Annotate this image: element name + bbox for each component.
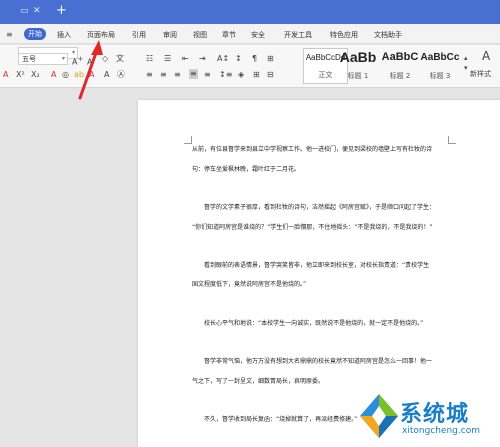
text-effect-dropdown-icon[interactable]: ◎: [62, 70, 69, 80]
ribbon-toolbar: ▾ 五号 ▾ A+ A- ◇ 文 A X² X₂ A ◎ ab A A Ⓐ ☷ ☰…: [0, 45, 500, 88]
text-effect-icon[interactable]: A: [51, 70, 56, 80]
font-size-value: 五号: [22, 55, 36, 63]
style-name: 标题 1: [347, 72, 369, 80]
clear-format-icon[interactable]: ◇: [102, 54, 108, 64]
menu-tab-doc-assistant[interactable]: 文档助手: [374, 30, 402, 40]
close-tab-icon[interactable]: ✕: [33, 6, 41, 16]
highlight-icon[interactable]: ab: [74, 70, 84, 80]
chevron-down-icon: ▾: [61, 55, 65, 62]
distribute-icon[interactable]: ≡: [204, 70, 211, 80]
doc-line-3: 督学的文学素子很厚，看到杜牧的诗句，洁然摇起《阿房宫赋》，于是顺口问起了学生：: [204, 204, 436, 211]
styles-more-icon[interactable]: ▴ ▾: [464, 53, 468, 73]
char-shading-icon[interactable]: A: [104, 70, 109, 80]
style-sample: AaBb: [339, 49, 377, 65]
doc-line-8: 督学非常气恼，他万万没有想到大名鼎鼎的校长竟然不知道阿房宫是怎么一回事！他一: [204, 358, 433, 365]
new-style-label[interactable]: 新样式: [470, 69, 491, 79]
phonetic-icon[interactable]: 文: [116, 54, 124, 64]
menu-tab-page-layout[interactable]: 页面布局: [87, 30, 115, 40]
shading-icon[interactable]: ◈: [238, 70, 244, 80]
numbering-icon[interactable]: ☰: [164, 54, 171, 64]
line-spacing-icon[interactable]: ↕≡: [219, 70, 232, 80]
doc-line-10: 不久，督学收到局长复函：“烧掉就算了，再派经费修建。”: [204, 416, 358, 423]
menu-tab-references[interactable]: 引用: [132, 30, 146, 40]
font-color-a-icon[interactable]: A: [89, 70, 94, 80]
new-tab-plus-icon[interactable]: +: [56, 4, 67, 18]
watermark: 系统城 xitongcheng.com: [356, 392, 496, 444]
style-heading-3[interactable]: AaBbCc 标题 3: [420, 48, 460, 84]
doc-line-9: 气之下，写了一封呈文，细数胃局长，哀明原委。: [192, 378, 325, 385]
doc-line-4: “你们知道阿房宫是谁烧的？”学生们一脸懵那，不住地摇头：“不是我烧的，不是我烧的…: [192, 224, 433, 231]
doc-line-5: 看到眼前的表语情景，督学哭笑皆非，他立即来到校长室，对校长指责道：“贵校学生: [204, 262, 430, 269]
style-name: 标题 3: [429, 72, 451, 80]
menu-tab-view[interactable]: 视图: [193, 30, 207, 40]
char-border-icon[interactable]: Ⓐ: [117, 70, 125, 80]
menu-tab-special-apps[interactable]: 特色应用: [330, 30, 358, 40]
watermark-logo-icon: [360, 394, 398, 438]
sort-icon[interactable]: ↕: [235, 54, 242, 64]
style-heading-2[interactable]: AaBbC 标题 2: [378, 48, 422, 84]
doc-line-6: 国文程度低下，竟然说阿房宫不是他烧的。”: [192, 281, 307, 288]
grow-font-icon[interactable]: A+: [72, 54, 83, 68]
title-bar: ▭ ✕ +: [0, 0, 500, 24]
justify-icon[interactable]: ≡: [189, 69, 198, 79]
doc-line-1: 从前，有位县督学来到县立中学视察工作。他一进校门，便见到梁校的墙壁上写有杜牧的诗: [192, 146, 433, 153]
style-name: 标题 2: [389, 72, 411, 80]
align-center-icon[interactable]: ≡: [160, 70, 167, 80]
style-sample: AaBbCc: [420, 52, 460, 63]
show-marks-icon[interactable]: ¶: [252, 54, 257, 64]
menu-tab-review[interactable]: 审阅: [163, 30, 177, 40]
font-size-select[interactable]: 五号 ▾: [18, 53, 68, 65]
doc-line-7: 校长心平气和地说：“本校学生一向诚实，既然说不是他烧的，就一定不是他烧的。”: [204, 320, 424, 327]
superscript-icon[interactable]: X²: [16, 70, 25, 80]
watermark-url: xitongcheng.com: [402, 426, 480, 436]
decrease-indent-icon[interactable]: ⇤: [182, 54, 189, 64]
screen-icon[interactable]: ▭: [20, 6, 29, 16]
menu-tab-insert[interactable]: 插入: [57, 30, 71, 40]
bullets-icon[interactable]: ☷: [146, 54, 153, 64]
new-style-icon[interactable]: A: [482, 50, 490, 62]
menu-tab-security[interactable]: 安全: [251, 30, 265, 40]
style-heading-1[interactable]: AaBb 标题 1: [336, 48, 380, 84]
style-sample: AaBbC: [381, 51, 419, 63]
table-grid-icon[interactable]: ⊟: [267, 70, 274, 80]
align-left-icon[interactable]: ≡: [146, 70, 153, 80]
doc-line-2: 句：停车坐爱枫林晚，霜叶红于二月花。: [192, 166, 301, 173]
menu-bar: ≡ 开始 插入 页面布局 引用 审阅 视图 章节 安全 开发工具 特色应用 文档…: [0, 24, 500, 44]
border-grid-icon[interactable]: ⊞: [253, 70, 260, 80]
margin-corner-tr: [448, 136, 456, 144]
borders-icon[interactable]: ⊞: [267, 54, 274, 64]
menu-tab-start[interactable]: 开始: [24, 28, 46, 40]
margin-corner-tl: [184, 136, 192, 144]
increase-indent-icon[interactable]: ⇥: [199, 54, 206, 64]
align-right-icon[interactable]: ≡: [174, 70, 181, 80]
menu-chevron-icon[interactable]: ≡: [6, 31, 13, 39]
chinese-layout-icon[interactable]: A↕: [217, 54, 229, 64]
menu-tab-developer[interactable]: 开发工具: [284, 30, 312, 40]
font-color-icon[interactable]: A: [3, 70, 8, 80]
watermark-text: 系统城: [400, 402, 470, 427]
shrink-font-icon[interactable]: A-: [87, 54, 95, 68]
menu-tab-chapter[interactable]: 章节: [222, 30, 236, 40]
subscript-icon[interactable]: X₂: [31, 70, 40, 80]
